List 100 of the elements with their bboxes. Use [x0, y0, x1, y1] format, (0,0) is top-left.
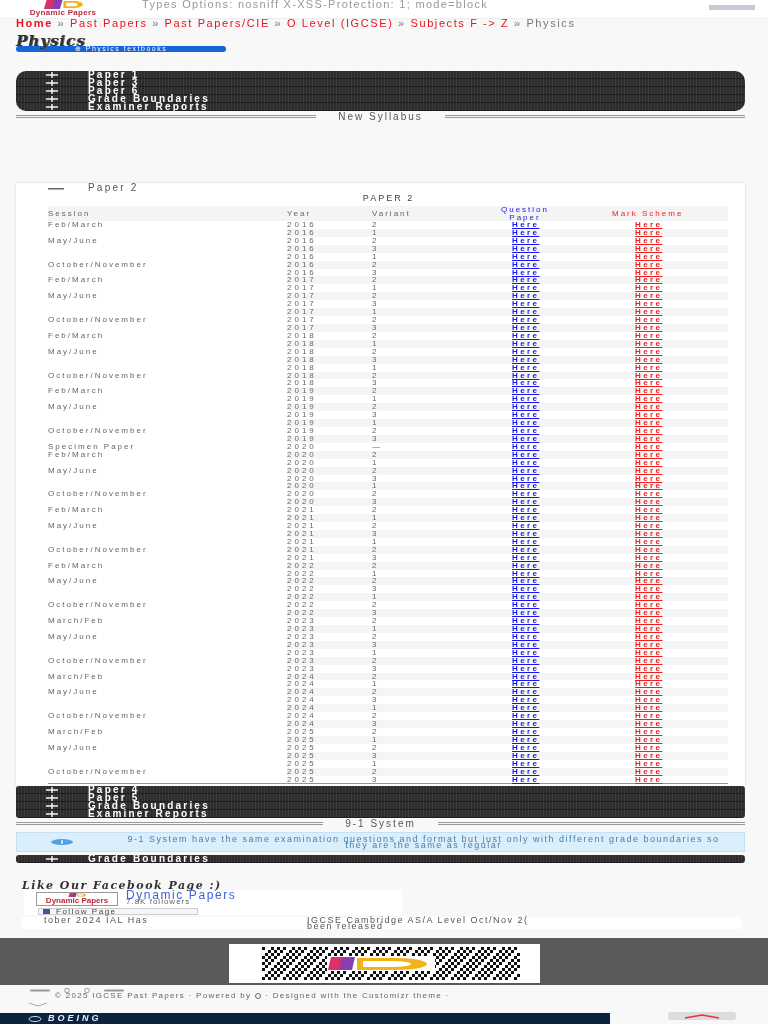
mark-scheme-link[interactable]: Here — [635, 425, 663, 435]
mark-scheme-link[interactable]: Here — [635, 521, 663, 531]
mark-scheme-link[interactable]: Here — [635, 330, 663, 340]
mark-scheme-link[interactable]: Here — [635, 251, 663, 261]
question-paper-link[interactable]: Here — [512, 441, 540, 451]
question-paper-link[interactable]: Here — [512, 267, 540, 277]
question-paper-link[interactable]: Here — [512, 315, 540, 325]
session-cell: May/June — [48, 688, 99, 697]
question-paper-link[interactable]: Here — [512, 616, 540, 626]
accordion-toggle[interactable]: Examiner Reports — [16, 810, 745, 819]
mark-scheme-link[interactable]: Here — [635, 299, 663, 309]
question-paper-link[interactable]: Here — [512, 473, 540, 483]
accordion-toggle[interactable]: Paper 6 — [16, 87, 745, 95]
mark-scheme-link[interactable]: Here — [635, 616, 663, 626]
mark-scheme-link[interactable]: Here — [635, 536, 663, 546]
question-paper-link[interactable]: Here — [512, 647, 540, 657]
question-paper-link[interactable]: Here — [512, 378, 540, 388]
mark-scheme-link[interactable]: Here — [635, 220, 663, 229]
mark-scheme-link[interactable]: Here — [635, 267, 663, 277]
mark-scheme-link[interactable]: Here — [635, 742, 663, 752]
mark-scheme-link[interactable]: Here — [635, 727, 663, 736]
mark-scheme-link[interactable]: Here — [635, 505, 663, 515]
question-paper-link[interactable]: Here — [512, 742, 540, 752]
mark-scheme-link[interactable]: Here — [635, 410, 663, 420]
accordion-toggle[interactable]: Examiner Reports — [16, 103, 745, 111]
mark-scheme-link[interactable]: Here — [635, 473, 663, 483]
question-paper-link[interactable]: Here — [512, 552, 540, 562]
accordion-toggle[interactable]: Paper 3 — [16, 79, 745, 87]
mark-scheme-link[interactable]: Here — [635, 457, 663, 467]
question-paper-link[interactable]: Here — [512, 711, 540, 721]
mark-scheme-link[interactable]: Here — [635, 441, 663, 451]
mark-scheme-link[interactable]: Here — [635, 552, 663, 562]
question-paper-link[interactable]: Here — [512, 505, 540, 515]
mark-scheme-link[interactable]: Here — [635, 568, 663, 578]
mark-scheme-link[interactable]: Here — [635, 394, 663, 404]
question-paper-link[interactable]: Here — [512, 521, 540, 531]
question-paper-link[interactable]: Here — [512, 758, 540, 768]
menu-toggle-button[interactable] — [709, 5, 755, 10]
mark-scheme-link[interactable]: Here — [635, 362, 663, 372]
year-cell: 2020 — [287, 474, 317, 483]
year-cell: 2023 — [287, 664, 317, 673]
year-cell: 2016 — [287, 228, 317, 237]
breadcrumb-link[interactable]: Home — [16, 17, 53, 29]
mark-scheme-link[interactable]: Here — [635, 695, 663, 705]
question-paper-link[interactable]: Here — [512, 362, 540, 372]
session-cell: October/November — [48, 656, 148, 665]
question-paper-link[interactable]: Here — [512, 251, 540, 261]
scroll-top-button[interactable] — [668, 1012, 736, 1020]
question-paper-link[interactable]: Here — [512, 410, 540, 420]
mark-scheme-link[interactable]: Here — [635, 631, 663, 641]
question-paper-link[interactable]: Here — [512, 679, 540, 689]
breadcrumb-link[interactable]: Past Papers/CIE — [164, 17, 270, 29]
question-paper-link[interactable]: Here — [512, 631, 540, 641]
mark-scheme-link[interactable]: Here — [635, 711, 663, 721]
question-paper-link[interactable]: Here — [512, 299, 540, 309]
mark-scheme-link[interactable]: Here — [635, 346, 663, 356]
mark-scheme-link[interactable]: Here — [635, 315, 663, 325]
header-text: Types Options: nosniff X-XSS-Protection: 1; mode=block — [142, 0, 490, 9]
question-paper-link[interactable]: Here — [512, 425, 540, 435]
mark-scheme-link[interactable]: Here — [635, 283, 663, 293]
year-cell: 2023 — [287, 640, 317, 649]
year-cell: 2019 — [287, 426, 317, 435]
variant-cell: 1 — [372, 735, 379, 744]
mark-scheme-link[interactable]: Here — [635, 663, 663, 673]
mark-scheme-link[interactable]: Here — [635, 600, 663, 610]
accordion-toggle[interactable]: Grade Boundaries — [16, 855, 745, 864]
question-paper-link[interactable]: Here — [512, 536, 540, 546]
question-paper-link[interactable]: Here — [512, 394, 540, 404]
year-cell: 2025 — [287, 775, 317, 784]
mark-scheme-link[interactable]: Here — [635, 679, 663, 689]
question-paper-link[interactable]: Here — [512, 489, 540, 499]
follow-page-button[interactable]: Follow Page — [38, 908, 198, 916]
mark-scheme-link[interactable]: Here — [635, 774, 663, 784]
session-cell: May/June — [48, 403, 99, 412]
breadcrumb-link[interactable]: Subjects F -> Z — [410, 17, 510, 29]
question-paper-link[interactable]: Here — [512, 774, 540, 784]
question-paper-link[interactable]: Here — [512, 457, 540, 467]
accordion-toggle[interactable]: Paper 2 — [48, 183, 139, 193]
accordion-toggle[interactable]: Paper 1 — [16, 71, 745, 79]
mark-scheme-link[interactable]: Here — [635, 235, 663, 245]
mark-scheme-link[interactable]: Here — [635, 758, 663, 768]
question-paper-link[interactable]: Here — [512, 330, 540, 340]
accordion-toggle[interactable]: Grade Boundaries — [16, 95, 745, 103]
question-paper-link[interactable]: Here — [512, 235, 540, 245]
mark-scheme-link[interactable]: Here — [635, 647, 663, 657]
variant-cell: 3 — [372, 434, 379, 443]
mark-scheme-link[interactable]: Here — [635, 489, 663, 499]
mark-scheme-link[interactable]: Here — [635, 584, 663, 594]
question-paper-link[interactable]: Here — [512, 584, 540, 594]
question-paper-link[interactable]: Here — [512, 600, 540, 610]
mark-scheme-link[interactable]: Here — [635, 378, 663, 388]
breadcrumb-link[interactable]: Past Papers — [70, 17, 148, 29]
question-paper-link[interactable]: Here — [512, 695, 540, 705]
question-paper-link[interactable]: Here — [512, 663, 540, 673]
question-paper-link[interactable]: Here — [512, 346, 540, 356]
breadcrumb-link[interactable]: O Level (IGCSE) — [286, 17, 394, 29]
question-paper-link[interactable]: Here — [512, 283, 540, 293]
page-name-link[interactable]: Dynamic Papers — [126, 892, 237, 900]
question-paper-link[interactable]: Here — [512, 568, 540, 578]
question-paper-link[interactable]: Here — [512, 727, 540, 736]
